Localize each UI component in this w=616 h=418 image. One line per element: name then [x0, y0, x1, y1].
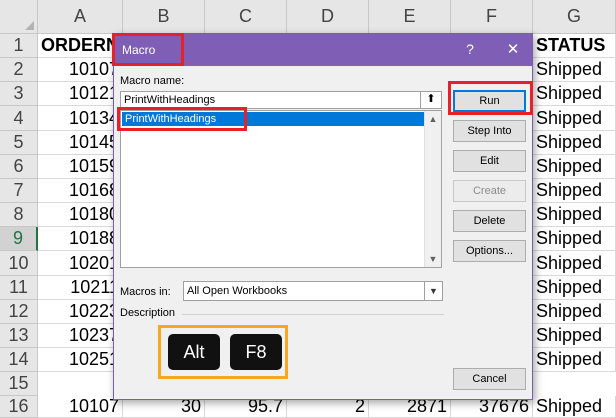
description-divider: [182, 314, 444, 315]
cell-a2[interactable]: 10107: [38, 58, 123, 82]
cell-a12[interactable]: 10223: [38, 300, 123, 324]
f8-key: F8: [230, 334, 282, 370]
cell-a9[interactable]: 10188: [38, 227, 123, 251]
run-button[interactable]: Run: [453, 90, 526, 112]
cell-g1[interactable]: STATUS: [533, 34, 616, 58]
cell-a3[interactable]: 10121: [38, 82, 123, 106]
cell-a13[interactable]: 10237: [38, 324, 123, 348]
row-header-16[interactable]: 16: [0, 396, 38, 418]
cell-g8[interactable]: Shipped: [533, 203, 616, 227]
column-header-b[interactable]: B: [123, 0, 205, 34]
row-header-14[interactable]: 14: [0, 348, 38, 372]
cell-a1[interactable]: ORDERNU: [38, 34, 123, 58]
alt-key: Alt: [168, 334, 220, 370]
cell-a4[interactable]: 10134: [38, 106, 123, 131]
macro-listbox[interactable]: PrintWithHeadings ▲ ▼: [120, 110, 442, 268]
cell-g12[interactable]: Shipped: [533, 300, 616, 324]
close-icon[interactable]: ✕: [502, 39, 524, 61]
cell-a6[interactable]: 10159: [38, 155, 123, 179]
column-header-c[interactable]: C: [205, 0, 287, 34]
cell-g9[interactable]: Shipped: [533, 227, 616, 251]
macros-in-value: All Open Workbooks: [187, 285, 288, 297]
row-header-3[interactable]: 3: [0, 82, 38, 106]
cell-g7[interactable]: Shipped: [533, 179, 616, 203]
cell-g16[interactable]: Shipped: [533, 396, 616, 418]
cancel-button[interactable]: Cancel: [453, 368, 526, 390]
edit-button[interactable]: Edit: [453, 150, 526, 172]
macro-list-item[interactable]: PrintWithHeadings: [122, 112, 430, 126]
macro-name-label: Macro name:: [120, 75, 185, 87]
cell-g3[interactable]: Shipped: [533, 82, 616, 106]
column-header-g[interactable]: G: [533, 0, 616, 34]
cell-a16[interactable]: 10107: [38, 396, 123, 418]
row-header-6[interactable]: 6: [0, 155, 38, 179]
scroll-down-icon[interactable]: ▼: [425, 251, 441, 267]
row-header-13[interactable]: 13: [0, 324, 38, 348]
macros-in-select[interactable]: All Open Workbooks ▼: [183, 281, 443, 301]
row-header-2[interactable]: 2: [0, 58, 38, 82]
dialog-title: Macro: [122, 43, 156, 57]
collapse-dialog-icon[interactable]: ⬆: [420, 91, 442, 109]
cell-g2[interactable]: Shipped: [533, 58, 616, 82]
macro-dialog: Macro ? ✕ Macro name: PrintWithHeadings …: [113, 33, 533, 400]
column-header-a[interactable]: A: [38, 0, 123, 34]
row-header-1[interactable]: 1: [0, 34, 38, 58]
row-header-5[interactable]: 5: [0, 131, 38, 155]
cell-a7[interactable]: 10168: [38, 179, 123, 203]
scroll-up-icon[interactable]: ▲: [425, 111, 441, 127]
row-header-15[interactable]: 15: [0, 372, 38, 396]
row-header-8[interactable]: 8: [0, 203, 38, 227]
delete-button[interactable]: Delete: [453, 210, 526, 232]
cell-a11[interactable]: 10211: [38, 276, 123, 300]
options-button[interactable]: Options...: [453, 240, 526, 262]
listbox-scrollbar[interactable]: ▲ ▼: [424, 111, 441, 267]
row-header-7[interactable]: 7: [0, 179, 38, 203]
description-label: Description: [120, 307, 176, 319]
column-header-e[interactable]: E: [369, 0, 451, 34]
row-header-12[interactable]: 12: [0, 300, 38, 324]
help-icon[interactable]: ?: [460, 39, 480, 59]
macros-in-label: Macros in:: [120, 286, 171, 298]
cell-g5[interactable]: Shipped: [533, 131, 616, 155]
cell-g4[interactable]: Shipped: [533, 106, 616, 131]
cell-g13[interactable]: Shipped: [533, 324, 616, 348]
cell-g10[interactable]: Shipped: [533, 251, 616, 276]
column-header-d[interactable]: D: [287, 0, 369, 34]
create-button[interactable]: Create: [453, 180, 526, 202]
cell-a5[interactable]: 10145: [38, 131, 123, 155]
cell-a8[interactable]: 10180: [38, 203, 123, 227]
macro-name-input[interactable]: PrintWithHeadings: [120, 91, 431, 109]
cell-a10[interactable]: 10201: [38, 251, 123, 276]
cell-g14[interactable]: Shipped: [533, 348, 616, 372]
cell-a14[interactable]: 10251: [38, 348, 123, 372]
column-header-f[interactable]: F: [451, 0, 533, 34]
dialog-titlebar[interactable]: Macro ? ✕: [114, 34, 532, 66]
row-header-9[interactable]: 9: [0, 227, 38, 251]
select-all-corner[interactable]: [0, 0, 38, 34]
step-into-button[interactable]: Step Into: [453, 120, 526, 142]
chevron-down-icon[interactable]: ▼: [424, 282, 442, 300]
row-header-11[interactable]: 11: [0, 276, 38, 300]
row-header-4[interactable]: 4: [0, 106, 38, 131]
cell-g11[interactable]: Shipped: [533, 276, 616, 300]
cell-g6[interactable]: Shipped: [533, 155, 616, 179]
row-header-10[interactable]: 10: [0, 251, 38, 276]
